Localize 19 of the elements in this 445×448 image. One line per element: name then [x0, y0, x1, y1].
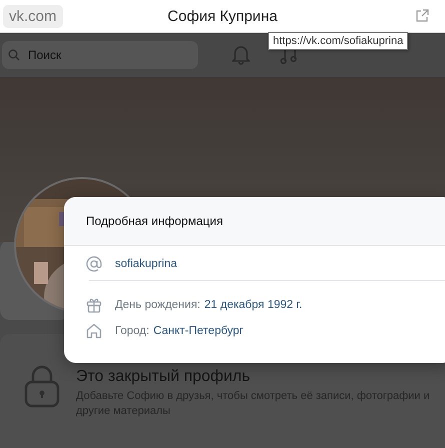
external-link-icon[interactable]: [415, 9, 429, 23]
info-label: День рождения:: [115, 299, 200, 311]
link-tooltip: https://vk.com/sofiakuprina: [268, 32, 408, 50]
search-field[interactable]: Поиск: [26, 47, 180, 63]
lock-icon: [22, 364, 62, 408]
site-address[interactable]: vk.com: [3, 4, 63, 28]
gift-icon: [86, 297, 102, 313]
private-profile-title: Это закрытый профиль: [76, 368, 252, 386]
info-link[interactable]: 21 декабря 1992 г.: [204, 299, 302, 311]
info-link[interactable]: Санкт-Петербург: [153, 325, 244, 337]
dialog-title: Подробная информация: [86, 214, 223, 228]
window-title: София Куприна: [166, 8, 278, 24]
username-link[interactable]: sofiakuprina: [115, 258, 178, 270]
info-label: Город:: [115, 325, 150, 337]
search-icon: [8, 49, 20, 61]
bell-icon[interactable]: [232, 45, 250, 65]
at-sign-icon: [86, 256, 102, 272]
search-bar[interactable]: Поиск: [2, 41, 198, 69]
house-icon: [86, 323, 102, 339]
